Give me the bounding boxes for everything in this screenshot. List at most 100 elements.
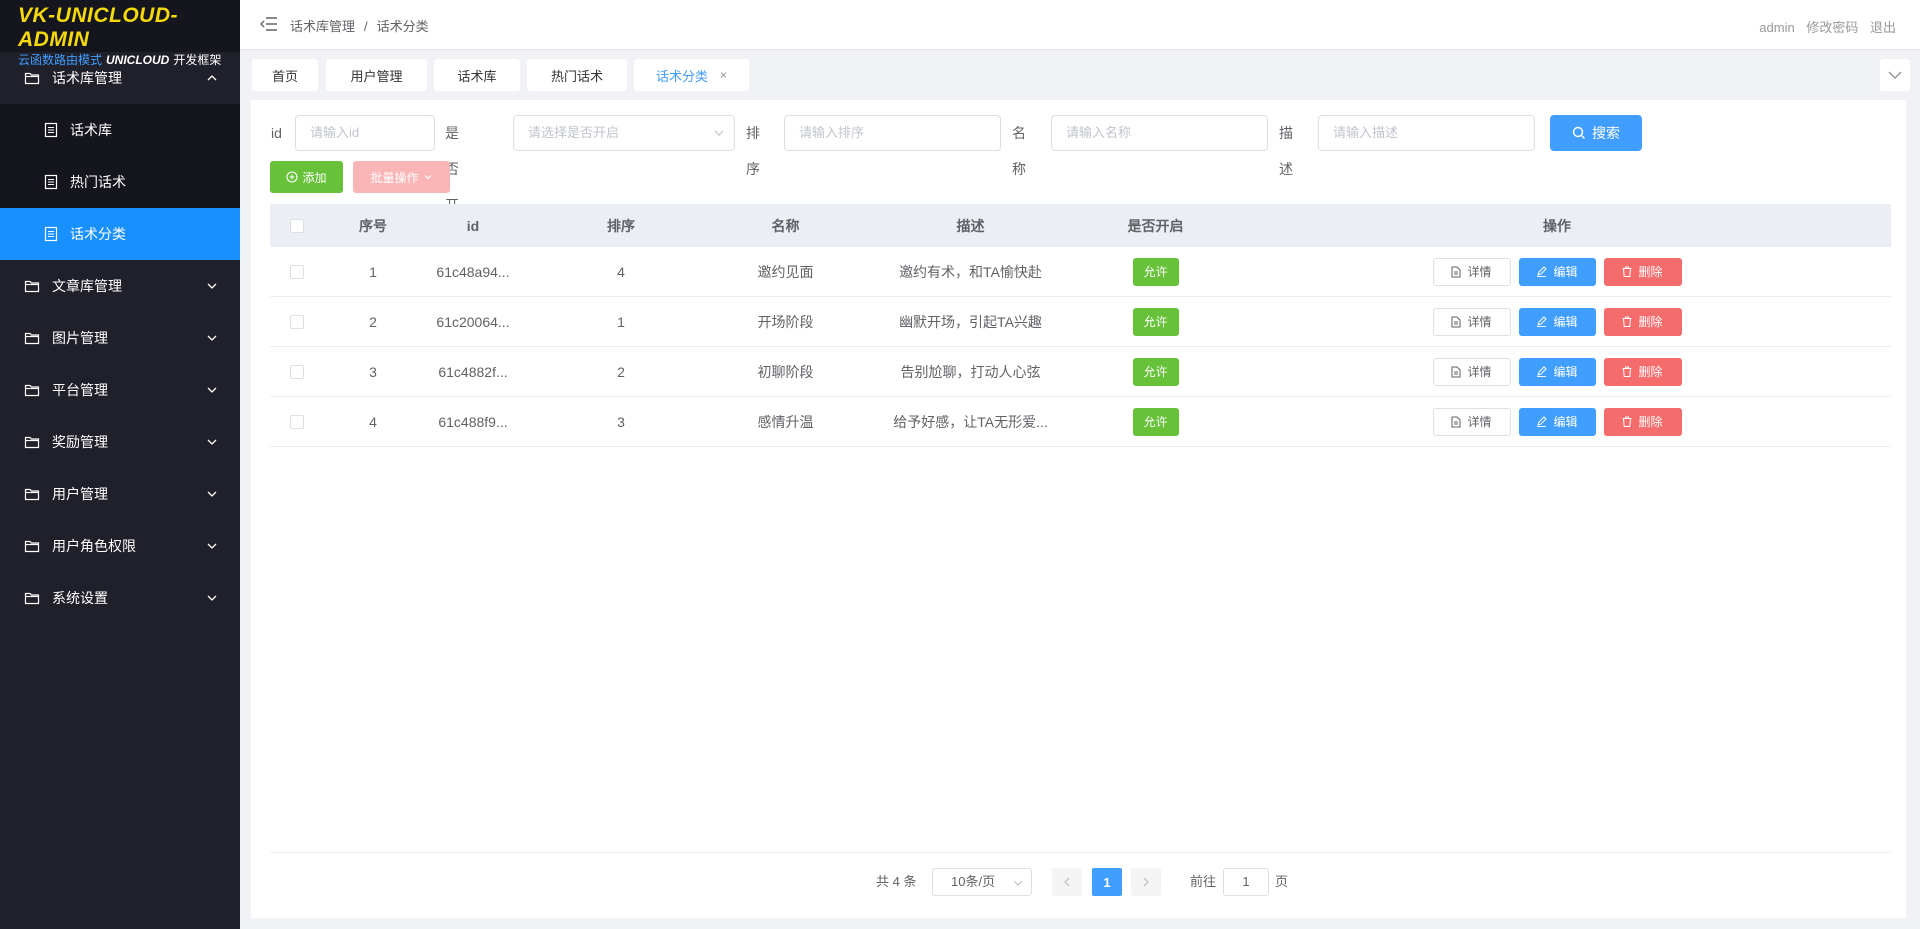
- breadcrumb-separator: /: [364, 19, 368, 34]
- cell-desc: 给予好感，让TA无形爱...: [893, 413, 1048, 430]
- status-badge: 允许: [1132, 357, 1179, 386]
- row-checkbox[interactable]: [290, 264, 304, 279]
- select-all-checkbox[interactable]: [290, 218, 304, 233]
- cell-id: 61c488f9...: [438, 413, 508, 430]
- menu-group-article-library[interactable]: 文章库管理: [0, 260, 240, 312]
- tab-home[interactable]: 首页: [252, 59, 318, 91]
- tab-script-library[interactable]: 话术库: [434, 59, 520, 91]
- name-input[interactable]: 请输入名称: [1051, 115, 1268, 151]
- chevron-down-icon: [207, 543, 217, 549]
- logout-link[interactable]: 退出: [1870, 20, 1896, 35]
- logo[interactable]: VK-UNICLOUD-ADMIN 云函数路由模式 UNICLOUD 开发框架: [0, 0, 240, 67]
- detail-button[interactable]: 详情: [1432, 257, 1511, 286]
- change-password-link[interactable]: 修改密码: [1806, 20, 1858, 35]
- tabs-dropdown[interactable]: [1880, 59, 1910, 91]
- edit-button[interactable]: 编辑: [1518, 357, 1596, 386]
- menu-group-label: 图片管理: [52, 330, 108, 346]
- cell-sort: 4: [617, 263, 625, 280]
- tab-label: 用户管理: [350, 68, 403, 84]
- edit-icon: [1537, 416, 1548, 427]
- page-number-current[interactable]: 1: [1092, 868, 1122, 896]
- folder-icon: [24, 538, 40, 554]
- detail-label: 详情: [1467, 365, 1492, 379]
- delete-button[interactable]: 删除: [1603, 257, 1682, 286]
- menu-group-platform[interactable]: 平台管理: [0, 364, 240, 416]
- chevron-down-icon: [424, 175, 431, 180]
- detail-button[interactable]: 详情: [1432, 407, 1511, 436]
- delete-label: 删除: [1638, 365, 1663, 379]
- cell-desc: 邀约有术，和TA愉快赴: [899, 263, 1042, 280]
- tab-label: 热门话术: [550, 68, 603, 84]
- search-button[interactable]: 搜索: [1550, 115, 1642, 151]
- cell-id: 61c4882f...: [438, 363, 508, 380]
- delete-button[interactable]: 删除: [1603, 407, 1682, 436]
- cell-ops: 详情 编辑 删除: [1223, 407, 1891, 436]
- sidebar-item-hot-scripts[interactable]: 热门话术: [0, 156, 240, 208]
- prev-page-button[interactable]: [1052, 868, 1082, 896]
- submenu: 话术库 热门话术 话术分类: [0, 104, 240, 260]
- delete-label: 删除: [1638, 265, 1663, 279]
- menu-group-script-library[interactable]: 话术库管理: [0, 52, 240, 104]
- edit-label: 编辑: [1553, 415, 1578, 429]
- page-size-select[interactable]: 10条/页: [932, 868, 1032, 896]
- chevron-down-icon: [207, 283, 217, 289]
- edit-button[interactable]: 编辑: [1518, 407, 1596, 436]
- detail-label: 详情: [1467, 415, 1492, 429]
- tab-hot-scripts[interactable]: 热门话术: [527, 59, 627, 91]
- desc-input[interactable]: 请输入描述: [1318, 115, 1535, 151]
- menu-group-rewards[interactable]: 奖励管理: [0, 416, 240, 468]
- open-label: 是否开启: [445, 125, 459, 249]
- next-page-button[interactable]: [1131, 868, 1161, 896]
- document-icon: [1451, 316, 1461, 327]
- detail-button[interactable]: 详情: [1432, 307, 1511, 336]
- document-icon: [44, 174, 58, 190]
- chevron-down-icon: [1888, 71, 1902, 79]
- row-checkbox-cell: [270, 264, 324, 279]
- logo-title: VK-UNICLOUD-ADMIN: [18, 4, 178, 51]
- cell-open: 允许: [1088, 307, 1223, 336]
- edit-button[interactable]: 编辑: [1518, 257, 1596, 286]
- breadcrumb-item[interactable]: 话术库管理: [290, 19, 355, 34]
- chevron-left-icon: [1064, 877, 1070, 887]
- header-desc: 描述: [956, 217, 985, 234]
- batch-operation-button[interactable]: 批量操作: [353, 161, 450, 193]
- name-label: 名称: [1012, 125, 1026, 177]
- sort-input[interactable]: 请输入排序: [784, 115, 1001, 151]
- add-button-label: 添加: [302, 170, 327, 185]
- open-select[interactable]: 请选择是否开启: [513, 115, 735, 151]
- username[interactable]: admin: [1759, 20, 1794, 35]
- menu-group-user-roles[interactable]: 用户角色权限: [0, 520, 240, 572]
- add-button[interactable]: 添加: [270, 161, 343, 193]
- breadcrumb: 话术库管理 / 话术分类: [290, 16, 429, 35]
- row-checkbox[interactable]: [290, 364, 304, 379]
- tab-label: 首页: [271, 68, 298, 84]
- row-checkbox[interactable]: [290, 314, 304, 329]
- menu-group-label: 用户管理: [52, 486, 108, 502]
- close-icon[interactable]: ×: [720, 68, 727, 82]
- cell-desc: 幽默开场，引起TA兴趣: [899, 313, 1042, 330]
- detail-button[interactable]: 详情: [1432, 357, 1511, 386]
- cell-sort: 1: [617, 313, 625, 330]
- cell-name: 感情升温: [757, 413, 814, 430]
- row-checkbox[interactable]: [290, 414, 304, 429]
- status-badge: 允许: [1132, 407, 1179, 436]
- sidebar-item-script-category[interactable]: 话术分类: [0, 208, 240, 260]
- tab-label: 话术库: [457, 68, 497, 84]
- menu-group-images[interactable]: 图片管理: [0, 312, 240, 364]
- tab-script-category[interactable]: 话术分类 ×: [634, 59, 749, 91]
- menu-group-users[interactable]: 用户管理: [0, 468, 240, 520]
- document-icon: [44, 226, 58, 242]
- edit-button[interactable]: 编辑: [1518, 307, 1596, 336]
- table-row: 2 61c20064... 1 开场阶段 幽默开场，引起TA兴趣 允许 详情 编…: [270, 297, 1891, 347]
- row-checkbox-cell: [270, 414, 324, 429]
- collapse-menu-icon[interactable]: [260, 16, 278, 32]
- id-placeholder: 请输入id: [310, 125, 360, 140]
- tab-user-management[interactable]: 用户管理: [326, 59, 427, 91]
- delete-button[interactable]: 删除: [1603, 357, 1682, 386]
- delete-button[interactable]: 删除: [1603, 307, 1682, 336]
- chevron-down-icon: [1013, 880, 1023, 886]
- menu-group-system-settings[interactable]: 系统设置: [0, 572, 240, 624]
- sidebar-item-script-library[interactable]: 话术库: [0, 104, 240, 156]
- id-input[interactable]: 请输入id: [295, 115, 435, 151]
- goto-page-input[interactable]: 1: [1223, 868, 1269, 896]
